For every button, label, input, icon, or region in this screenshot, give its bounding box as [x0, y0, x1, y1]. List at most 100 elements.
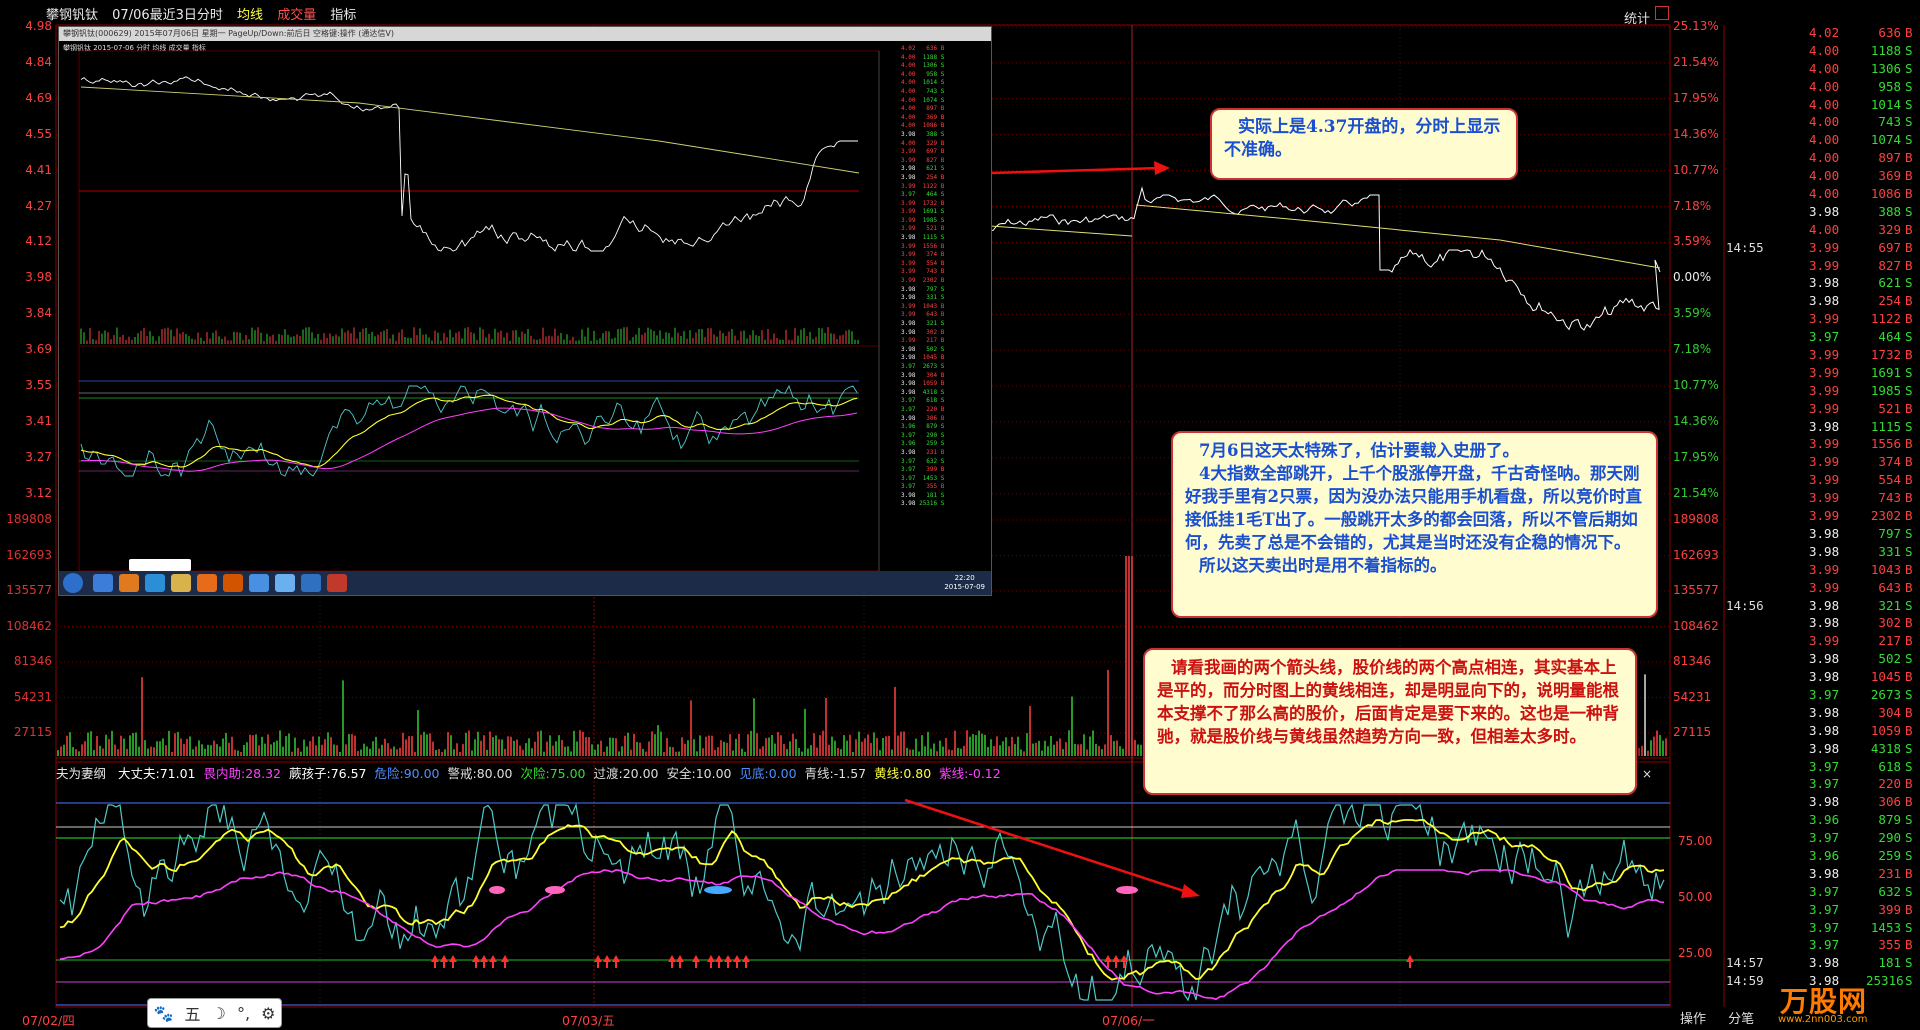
embedded-tick-row: 3.98 1045 B — [901, 354, 945, 362]
volume-axis-label: 135577 — [1673, 583, 1719, 597]
tick-volume: 502 — [1878, 651, 1901, 667]
embedded-tick-row: 3.99 697 B — [901, 148, 945, 156]
annotation-note-july6: 7月6日这天太特殊了，估计要载入史册了。 4大指数全部跳开，上千个股涨停开盘，千… — [1171, 431, 1658, 618]
indicator-name[interactable]: 夫为妻纲 — [56, 766, 106, 781]
tick-volume: 618 — [1878, 758, 1901, 774]
embedded-tick-row: 4.00 369 B — [901, 113, 945, 121]
tick-price: 4.00 — [1809, 221, 1840, 237]
tick-row: 4.00 329 B — [1716, 221, 1920, 239]
tick-volume: 632 — [1878, 883, 1901, 899]
title-bar: 攀钢钒钛 07/06最近3日分时 均线 成交量 指标 — [46, 4, 366, 24]
tick-direction: B — [1905, 776, 1913, 792]
tick-row: 3.98 304 B — [1716, 704, 1920, 722]
indicator-magenta-line — [59, 869, 1665, 1001]
volume-axis-label: 108462 — [6, 618, 52, 633]
indicator-menu[interactable]: 指标 — [330, 8, 356, 23]
gear-icon[interactable]: ⚙ — [261, 1004, 275, 1023]
tick-row: 3.99 827 B — [1716, 257, 1920, 275]
tick-price: 3.98 — [1809, 293, 1840, 309]
tick-price: 3.99 — [1809, 633, 1840, 649]
tick-direction: B — [1905, 186, 1913, 202]
volume-axis-label: 189808 — [1673, 512, 1719, 526]
moon-icon[interactable]: ☽ — [212, 1004, 226, 1023]
embedded-tick-row: 3.98 302 B — [901, 328, 945, 336]
wubi-button[interactable]: 五 — [184, 1001, 200, 1025]
tick-volume: 827 — [1878, 257, 1901, 273]
embedded-tick-row: 3.97 355 B — [901, 483, 945, 491]
tick-row: 3.97 618 S — [1716, 758, 1920, 776]
avg-line-toggle[interactable]: 均线 — [237, 8, 263, 23]
embedded-tick-row: 3.97 464 S — [901, 191, 945, 199]
embedded-tick-row: 3.98 321 S — [901, 320, 945, 327]
tick-direction: S — [1905, 418, 1913, 434]
tick-direction: B — [1905, 865, 1913, 881]
indicator-close-icon[interactable]: × — [1642, 767, 1652, 781]
embedded-price-line — [80, 76, 858, 252]
date-label-3: 07/06/一 — [1102, 1013, 1155, 1028]
tick-direction: S — [1905, 364, 1913, 380]
tick-direction: S — [1905, 114, 1913, 130]
tick-direction: B — [1905, 633, 1913, 649]
volume-axis-label: 27115 — [13, 725, 52, 739]
tick-volume: 254 — [1878, 293, 1901, 309]
embedded-tick-row: 3.98 797 S — [901, 285, 945, 293]
note2-line-3: 所以这天卖出时是用不着指标的。 — [1199, 556, 1447, 575]
tick-row: 3.98 1059 B — [1716, 722, 1920, 740]
note1-text: 实际上是4.37开盘的，分时上显示不准确。 — [1224, 117, 1501, 160]
tick-row: 14:55 3.99 697 B — [1716, 239, 1920, 257]
tick-price: 3.98 — [1809, 275, 1840, 291]
indicator-item: 见底:0.00 — [739, 766, 797, 781]
tick-direction: B — [1905, 669, 1913, 685]
window-restore-icon[interactable] — [1655, 6, 1669, 20]
embedded-tick-row: 4.00 958 S — [901, 70, 945, 78]
paw-icon[interactable]: 🐾 — [154, 1004, 174, 1023]
split-tab[interactable]: 分笔 — [1728, 1012, 1754, 1027]
embedded-tick-row: 3.98 1115 S — [901, 234, 945, 242]
tick-price: 4.02 — [1809, 25, 1840, 40]
volume-axis-label: 54231 — [1673, 689, 1712, 704]
tick-volume: 521 — [1878, 400, 1901, 416]
tick-price: 3.98 — [1809, 794, 1840, 810]
tick-volume: 897 — [1878, 150, 1901, 166]
note2-line-2: 4大指数全部跳开，上千个股涨停开盘，千古奇怪呐。那天刚好我手里有2只票，因为没办… — [1185, 464, 1642, 552]
tick-direction: B — [1905, 168, 1913, 184]
tick-row: 3.96 879 S — [1716, 811, 1920, 829]
day3-price-line — [989, 186, 1661, 331]
tick-direction: S — [1905, 955, 1913, 971]
embedded-tick-row: 3.98 181 S — [901, 491, 945, 499]
tick-volume: 2673 — [1870, 686, 1901, 702]
tick-price: 3.98 — [1809, 704, 1840, 720]
ops-tab[interactable]: 操作 — [1680, 1012, 1706, 1027]
embedded-tick-row: 3.98 4318 S — [901, 388, 945, 396]
tick-volume: 321 — [1878, 597, 1901, 613]
stat-button[interactable]: 统计 — [1624, 8, 1650, 27]
volume-toggle[interactable]: 成交量 — [277, 8, 316, 23]
tick-row: 3.98 254 B — [1716, 292, 1920, 310]
indicator-item: 黄线:0.80 — [874, 766, 932, 781]
percent-axis-label: 17.95% — [1673, 449, 1719, 464]
bottom-tabs: 操作 分笔 — [1680, 1008, 1754, 1027]
embedded-tick-row: 3.98 231 B — [901, 448, 945, 456]
tick-price: 3.97 — [1809, 776, 1840, 792]
tick-direction: B — [1905, 508, 1913, 524]
embedded-tick-row: 3.98 388 S — [901, 130, 945, 138]
volume-axis-label: 162693 — [6, 547, 52, 562]
punct-icon[interactable]: °, — [237, 1004, 250, 1023]
embedded-tick-row: 3.98 304 B — [901, 371, 945, 379]
media-icon — [119, 574, 139, 592]
tick-volume: 1188 — [1870, 42, 1901, 58]
tick-volume: 231 — [1878, 865, 1901, 881]
tick-price: 3.99 — [1809, 436, 1840, 452]
tick-row: 3.99 1691 S — [1716, 364, 1920, 382]
ime-toolbar[interactable]: 🐾 五 ☽ °, ⚙ — [147, 998, 282, 1028]
price-axis-label: 4.12 — [25, 234, 52, 249]
window-icon — [301, 574, 321, 592]
tick-volume: 399 — [1878, 901, 1901, 917]
tick-volume: 1306 — [1870, 60, 1901, 76]
tick-list[interactable]: 4.02 636 B 4.00 1188 S 4.00 1306 S 4.00 958 S 4.00 10… — [1716, 24, 1920, 990]
tick-row: 4.00 369 B — [1716, 167, 1920, 185]
tick-direction: B — [1905, 293, 1913, 309]
price-axis-label: 3.98 — [25, 270, 52, 285]
tick-row: 3.97 1453 S — [1716, 919, 1920, 937]
tick-direction: S — [1905, 830, 1913, 846]
